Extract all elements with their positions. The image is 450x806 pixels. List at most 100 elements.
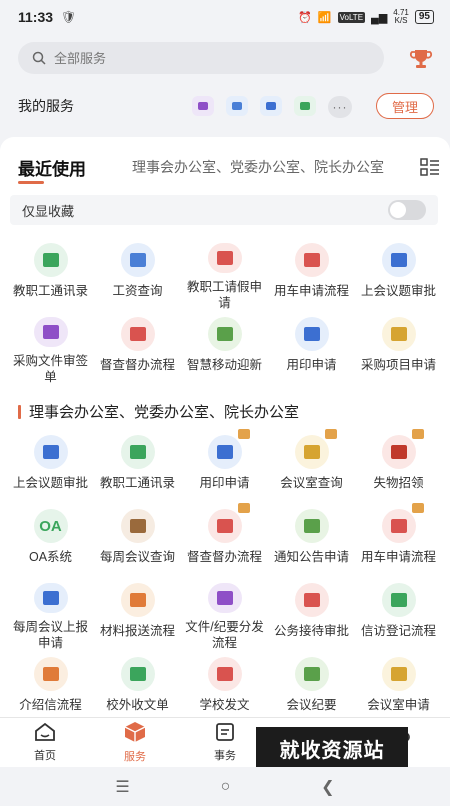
meeting-topic-icon [381,243,416,277]
visit-icon [381,583,416,617]
status-time: 11:33 [18,9,54,25]
icon-glyph [303,593,320,607]
my-service-icon-2[interactable] [226,96,248,116]
more-icon[interactable]: ··· [328,96,352,118]
minutes-icon [294,657,329,691]
service-item[interactable]: 用车申请流程 [355,503,442,577]
services-card: 最近使用 理事会办公室、党委办公室、院长办公室 仅显收藏 教职工通讯录 工资查询教… [0,137,450,717]
service-item[interactable]: 会议室查询 [268,429,355,503]
back-icon[interactable]: ❮ [321,777,334,797]
search-icon [32,51,46,65]
search-bar[interactable] [18,42,384,74]
service-item[interactable]: 教职工通讯录 [7,237,94,311]
my-service-icon-1[interactable] [192,96,214,116]
icon-glyph [216,519,233,533]
favorites-only-toggle[interactable] [388,200,426,220]
nav-item[interactable]: 首页 [0,718,90,767]
my-service-icon-4[interactable] [294,96,316,116]
section-title: 理事会办公室、党委办公室、院长办公室 [29,404,300,421]
meeting-topic-icon [33,435,68,469]
icon-glyph [390,445,407,459]
nav-label: 事务 [214,750,236,762]
service-item[interactable]: 每周会议上报申请 [7,577,94,651]
reception-icon [294,583,329,617]
service-item[interactable]: 会议纪要 [268,651,355,717]
service-item[interactable]: 督查督办流程 [94,311,181,385]
manage-button[interactable]: 管理 [376,93,434,119]
service-item[interactable]: 用车申请流程 [268,237,355,311]
service-item[interactable]: 用印申请 [268,311,355,385]
category-list-icon[interactable] [420,158,440,176]
service-item[interactable]: 上会议题审批 [355,237,442,311]
oa-icon: OA [33,509,68,543]
mail-icon [33,317,68,347]
icon-glyph [390,253,407,267]
service-item[interactable]: 文件/纪要分发流程 [181,577,268,651]
tab-office[interactable]: 理事会办公室、党委办公室、院长办公室 [132,157,410,177]
service-item[interactable]: 督查督办流程 [181,503,268,577]
service-label: 工资查询 [112,284,163,298]
welcome-icon [207,317,242,351]
icon-glyph [390,593,407,607]
watermark: 就收资源站 [256,727,408,769]
folder-icon [120,583,155,617]
distribute-icon [207,583,242,613]
inbox-doc-icon [120,657,155,691]
service-item[interactable]: 通知公告申请 [268,503,355,577]
service-item[interactable]: 失物招领 [355,429,442,503]
service-item[interactable]: 上会议题审批 [7,429,94,503]
search-input[interactable] [54,50,334,66]
service-item[interactable]: 材料报送流程 [94,577,181,651]
service-label: 用车申请流程 [360,550,436,564]
service-item[interactable]: 校外收文单 [94,651,181,717]
service-item[interactable]: 公务接待审批 [268,577,355,651]
icon-glyph [216,327,233,341]
my-service-icon-3[interactable] [260,96,282,116]
home-icon [34,722,56,747]
service-item[interactable]: 智慧移动迎新 [181,311,268,385]
menu-icon[interactable]: ☰ [115,777,129,797]
service-label: 公务接待审批 [273,624,349,638]
supervise-icon [207,503,250,543]
service-label: 校外收文单 [106,698,169,712]
tab-recent[interactable]: 最近使用 [18,155,86,180]
service-item[interactable]: 教职工通讯录 [94,429,181,503]
service-item[interactable]: 学校发文 [181,651,268,717]
service-label: 用印申请 [286,358,337,372]
icon-glyph [42,667,59,681]
service-item[interactable]: 采购项目申请 [355,311,442,385]
service-label: 采购项目申请 [360,358,436,372]
icon-glyph [129,445,146,459]
service-label: OA系统 [28,550,73,564]
service-label: 失物招领 [373,476,424,490]
service-label: 教职工通讯录 [12,284,88,298]
service-item[interactable]: 教职工请假申请 [181,237,268,311]
icon-glyph [129,327,146,341]
seal-icon [294,317,329,351]
icon-glyph [390,519,407,533]
money-bag-icon [120,509,155,543]
car-icon [294,243,329,277]
service-item[interactable]: 用印申请 [181,429,268,503]
trophy-icon[interactable] [408,46,434,72]
icon-glyph [303,667,320,681]
service-item[interactable]: 每周会议查询 [94,503,181,577]
meeting-room-apply-icon [381,657,416,691]
service-label: 信访登记流程 [360,624,436,638]
salary-icon [120,243,155,277]
icon-glyph [42,253,59,267]
nav-item[interactable]: 服务 [90,718,180,767]
section-header: 理事会办公室、党委办公室、院长办公室 [18,401,299,422]
home-circle-icon[interactable]: ○ [221,778,231,796]
lost-found-icon [381,429,424,469]
service-label: 介绍信流程 [19,698,82,712]
service-item[interactable]: 介绍信流程 [7,651,94,717]
service-item[interactable]: OA OA系统 [7,503,94,577]
service-item[interactable]: 工资查询 [94,237,181,311]
service-item[interactable]: 信访登记流程 [355,577,442,651]
speaker-icon [294,509,329,543]
service-item[interactable]: 采购文件审签单 [7,311,94,385]
icon-glyph [216,591,233,605]
section-accent-bar [18,404,21,419]
service-item[interactable]: 会议室申请 [355,651,442,717]
